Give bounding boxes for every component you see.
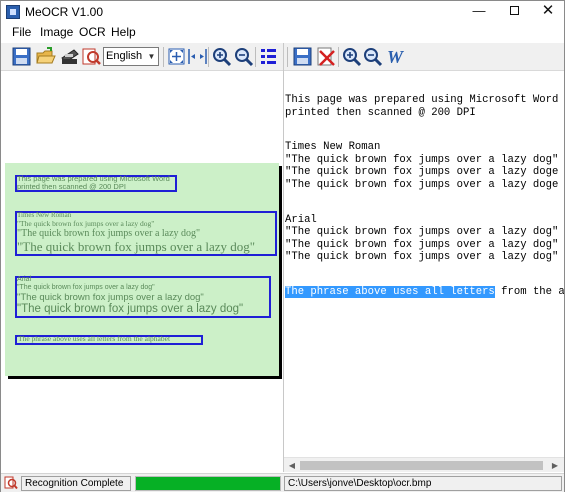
scan-line: "The quick brown fox jumps over a lazy d… [17, 228, 201, 239]
language-value: English [106, 50, 143, 62]
menu-bar: File Image OCR Help [1, 23, 564, 41]
app-icon [6, 5, 20, 19]
text-zoom-in-icon[interactable] [341, 46, 362, 67]
save-text-icon[interactable] [292, 46, 313, 67]
scan-heading: Arial [17, 276, 32, 283]
ocr-line: "The quick brown fox jumps over a lazy d… [285, 226, 559, 238]
app-window: MeOCR V1.00 — ✕ File Image OCR Help Engl… [0, 0, 565, 492]
word-export-icon[interactable]: W [386, 46, 407, 67]
scan-line: "The quick brown fox jumps over a lazy d… [17, 239, 256, 254]
window-title: MeOCR V1.00 [25, 5, 104, 19]
ocr-recognize-icon[interactable] [81, 46, 102, 67]
progress-bar [135, 476, 281, 491]
horizontal-scrollbar[interactable]: ◀ ▶ [284, 457, 564, 472]
file-path: C:\Users\jonve\Desktop\ocr.bmp [284, 476, 562, 491]
language-select[interactable]: English ▼ [103, 47, 159, 66]
open-folder-icon[interactable] [35, 46, 56, 67]
ocr-line: printed then scanned @ 200 DPI [285, 107, 476, 119]
menu-image[interactable]: Image [40, 25, 73, 39]
ocr-line: Arial [285, 214, 317, 226]
scan-line: "The quick brown fox jumps over a lazy d… [17, 303, 244, 315]
status-message: Recognition Complete ... [21, 476, 131, 492]
image-pane[interactable]: This page was prepared using Microsoft W… [1, 72, 283, 472]
minimize-button[interactable]: — [462, 1, 496, 23]
scroll-right-icon[interactable]: ▶ [548, 459, 562, 472]
scroll-left-icon[interactable]: ◀ [285, 459, 299, 472]
selected-text[interactable]: The phrase above uses all letters [285, 286, 495, 298]
ocr-line: "The quick brown fox jumps over a lazy d… [285, 239, 559, 251]
text-zoom-out-icon[interactable] [362, 46, 383, 67]
ocr-line: "The quick brown fox jumps over a lazy d… [285, 154, 559, 166]
scan-line: "The quick brown fox jumps over a lazy d… [17, 219, 155, 228]
zoom-out-icon[interactable] [233, 46, 254, 67]
fit-page-icon[interactable] [166, 46, 187, 67]
scanned-page[interactable]: This page was prepared using Microsoft W… [5, 163, 279, 376]
ocr-line: "The quick brown fox jumps over a lazy d… [285, 251, 559, 263]
zoom-in-icon[interactable] [211, 46, 232, 67]
ocr-line: "The quick brown fox jumps over a lazy d… [285, 179, 559, 191]
clear-text-icon[interactable] [315, 46, 336, 67]
scan-line: The phrase above uses all letters from t… [18, 334, 171, 343]
svg-text:W: W [387, 47, 405, 67]
scanner-icon[interactable] [59, 46, 80, 67]
menu-ocr[interactable]: OCR [79, 25, 106, 39]
menu-help[interactable]: Help [111, 25, 136, 39]
ocr-text-pane[interactable]: This page was prepared using Microsoft W… [284, 72, 564, 472]
status-ocr-icon [4, 476, 18, 490]
maximize-button[interactable] [497, 1, 531, 23]
toolbar-separator [287, 47, 288, 67]
chevron-down-icon: ▼ [147, 52, 156, 61]
ocr-line-rest: from the alp [501, 286, 564, 298]
scan-line: "The quick brown fox jumps over a lazy d… [17, 284, 155, 291]
scan-line: "The quick brown fox jumps over a lazy d… [17, 292, 204, 303]
toolbar-separator [208, 47, 209, 67]
scan-heading: Times New Roman [17, 211, 72, 219]
ocr-line: "The quick brown fox jumps over a lazy d… [285, 166, 559, 178]
menu-file[interactable]: File [12, 25, 31, 39]
open-image-icon[interactable] [11, 46, 32, 67]
ocr-line: The phrase above uses all letters from t… [285, 286, 564, 298]
text-blocks-icon[interactable] [258, 46, 279, 67]
fit-width-icon[interactable] [187, 46, 208, 67]
progress-fill [136, 477, 280, 490]
close-button[interactable]: ✕ [531, 1, 565, 23]
title-bar: MeOCR V1.00 — ✕ [1, 1, 564, 23]
ocr-line: Times New Roman [285, 141, 381, 153]
toolbar-separator [255, 47, 256, 67]
toolbar-separator [163, 47, 164, 67]
toolbar-separator [338, 47, 339, 67]
status-bar: Recognition Complete ... C:\Users\jonve\… [1, 473, 564, 492]
scrollbar-thumb[interactable] [300, 461, 543, 470]
scan-line: printed then scanned @ 200 DPI [17, 182, 126, 191]
ocr-line: This page was prepared using Microsoft W… [285, 94, 559, 106]
